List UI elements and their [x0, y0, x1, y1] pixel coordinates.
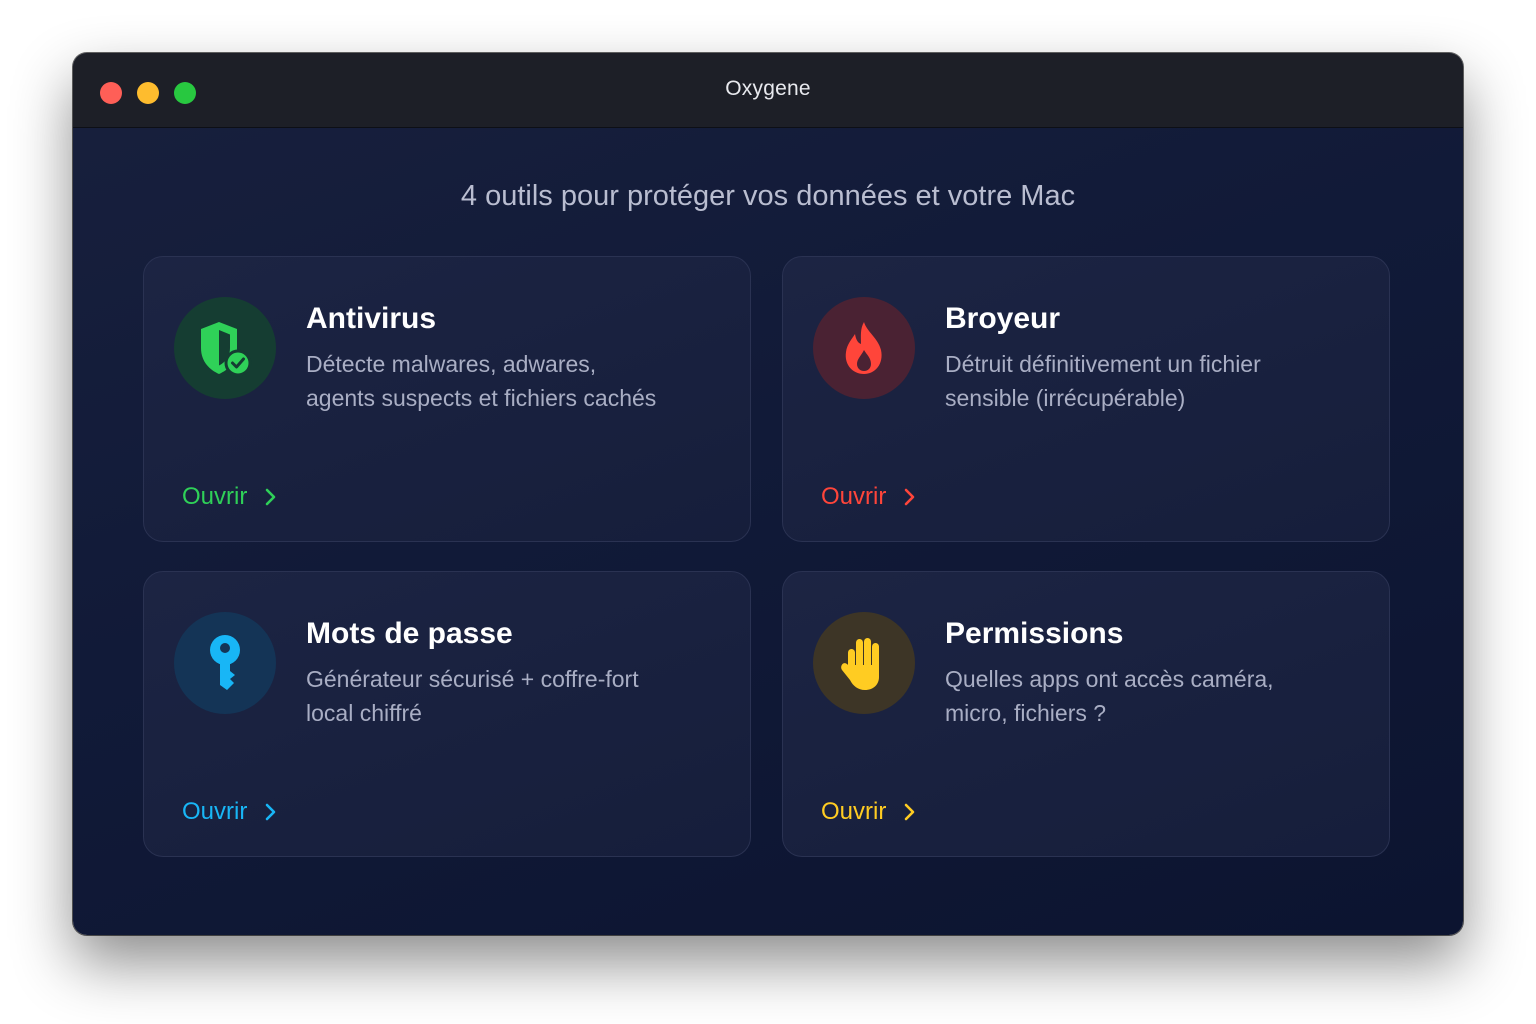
- page-headline: 4 outils pour protéger vos données et vo…: [460, 180, 1076, 212]
- open-link-label: Ouvrir: [182, 483, 248, 510]
- broyeur-icon-badge: [813, 297, 915, 399]
- card-antivirus[interactable]: Antivirus Détecte malwares, adwares, age…: [143, 256, 751, 542]
- app-window: Oxygene 4 outils pour protéger vos donné…: [73, 53, 1463, 935]
- window-title: Oxygene: [725, 77, 811, 100]
- card-title: Mots de passe: [306, 617, 513, 650]
- card-description-line: Détecte malwares, adwares,: [306, 351, 597, 377]
- raised-hand-icon: [841, 638, 879, 690]
- chevron-right-icon: [905, 803, 915, 821]
- open-permissions-link[interactable]: Ouvrir: [821, 798, 918, 826]
- card-description-line: Générateur sécurisé + coffre-fort: [306, 666, 639, 692]
- card-description-line: sensible (irrécupérable): [945, 385, 1186, 411]
- card-description-line: local chiffré: [306, 700, 422, 726]
- open-link-label: Ouvrir: [821, 483, 887, 510]
- card-description-line: Quelles apps ont accès caméra,: [945, 666, 1274, 692]
- open-antivirus-link[interactable]: Ouvrir: [182, 483, 279, 511]
- shield-check-icon: [201, 322, 252, 377]
- antivirus-icon-badge: [174, 297, 276, 399]
- card-mots-de-passe[interactable]: Mots de passe Générateur sécurisé + coff…: [143, 571, 751, 857]
- title-bar: Oxygene: [73, 53, 1463, 128]
- card-description: Générateur sécurisé + coffre-fort local …: [306, 662, 726, 730]
- key-icon: [210, 635, 240, 690]
- card-description: Détecte malwares, adwares, agents suspec…: [306, 347, 726, 415]
- open-link-label: Ouvrir: [182, 798, 248, 825]
- open-mots-de-passe-link[interactable]: Ouvrir: [182, 798, 279, 826]
- open-link-label: Ouvrir: [821, 798, 887, 825]
- card-title: Permissions: [945, 617, 1124, 650]
- card-description-line: Détruit définitivement un fichier: [945, 351, 1261, 377]
- card-title: Antivirus: [306, 302, 437, 335]
- card-description-line: agents suspects et fichiers cachés: [306, 385, 657, 411]
- card-title: Broyeur: [945, 302, 1061, 335]
- card-description: Détruit définitivement un fichier sensib…: [945, 347, 1365, 415]
- flame-icon: [845, 322, 882, 374]
- chevron-right-icon: [266, 488, 276, 506]
- open-broyeur-link[interactable]: Ouvrir: [821, 483, 918, 511]
- chevron-right-icon: [905, 488, 915, 506]
- card-description-line: micro, fichiers ?: [945, 700, 1107, 726]
- chevron-right-icon: [266, 803, 276, 821]
- card-description: Quelles apps ont accès caméra, micro, fi…: [945, 662, 1365, 730]
- card-permissions[interactable]: Permissions Quelles apps ont accès camér…: [782, 571, 1390, 857]
- card-broyeur[interactable]: Broyeur Détruit définitivement un fichie…: [782, 256, 1390, 542]
- mots-de-passe-icon-badge: [174, 612, 276, 714]
- permissions-icon-badge: [813, 612, 915, 714]
